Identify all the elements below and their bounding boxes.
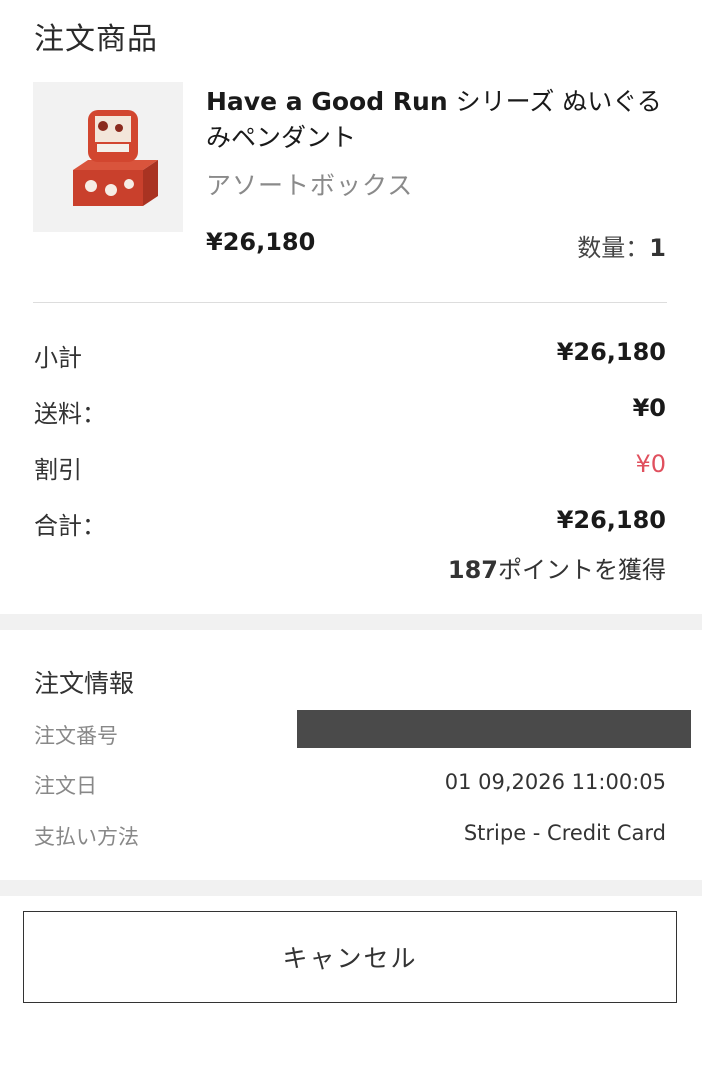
order-date-row: 注文日 01 09,2026 11:00:05 [34,770,666,800]
payment-method-label: 支払い方法 [34,825,139,849]
quantity-value: 1 [649,234,666,262]
discount-value: ¥0 [635,450,666,478]
total-label: 合計： [34,512,106,540]
product-image[interactable] [33,82,183,232]
product-quantity: 数量：1 [577,228,666,263]
product-name[interactable]: Have a Good Run シリーズ ぬいぐるみペンダント [206,84,676,156]
order-detail-page: 注文商品 Have a Good Run シリーズ ぬいぐるみペンダント アソー… [0,0,702,1080]
product-box-image [73,110,158,206]
total-row: 合計： ¥26,180 [34,506,666,540]
discount-label: 割引 [34,456,82,484]
total-value: ¥26,180 [556,506,666,534]
order-date-label: 注文日 [34,774,97,798]
quantity-label: 数量： [577,234,650,262]
shipping-label: 送料： [34,400,106,428]
order-date-value: 01 09,2026 11:00:05 [444,770,666,794]
shipping-row: 送料： ¥0 [34,394,666,428]
order-number-label: 注文番号 [34,724,118,748]
payment-method-row: 支払い方法 Stripe - Credit Card [34,821,666,851]
points-text: ポイントを獲得 [498,556,666,584]
discount-row: 割引 ¥0 [34,450,666,484]
product-name-en: Have a Good Run [206,87,448,116]
subtotal-row: 小計 ¥26,180 [34,338,666,372]
product-price: ¥26,180 [206,228,316,256]
payment-method-value: Stripe - Credit Card [463,821,666,845]
subtotal-value: ¥26,180 [556,338,666,366]
order-number-redacted [297,710,691,748]
section-separator-bottom [0,880,702,896]
subtotal-label: 小計 [34,344,82,372]
order-info-title: 注文情報 [34,669,135,698]
points-number: 187 [447,556,498,584]
section-separator [0,614,702,630]
shipping-value: ¥0 [632,394,666,422]
product-variant: アソートボックス [206,171,414,200]
cancel-button[interactable]: キャンセル [23,911,677,1003]
earned-points: 187ポイントを獲得 [448,550,666,585]
divider [33,302,667,303]
order-items-title: 注文商品 [34,22,158,57]
